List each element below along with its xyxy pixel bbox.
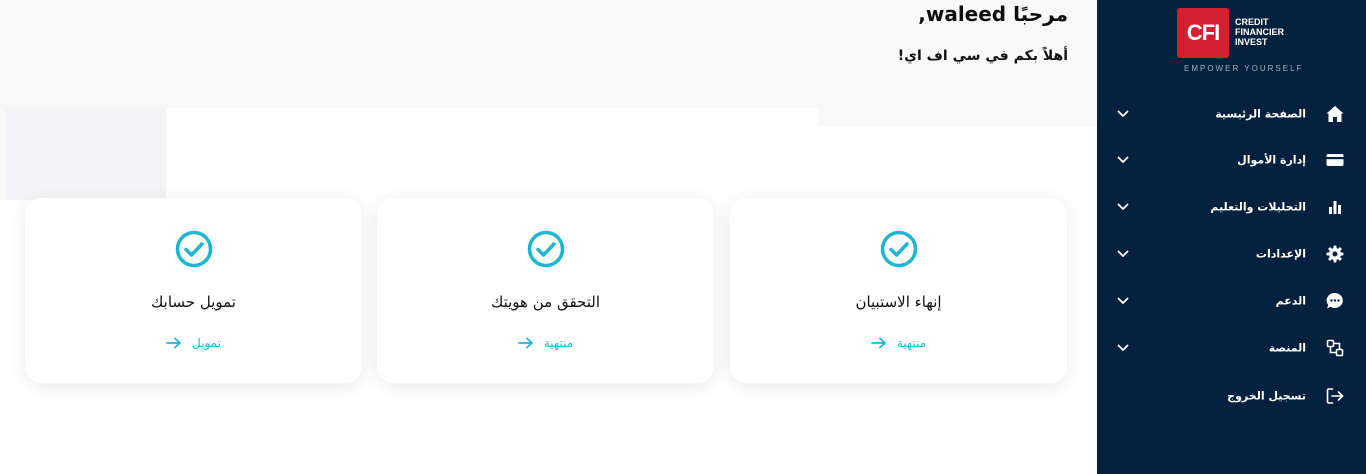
- chevron-down-icon: [1117, 297, 1129, 304]
- chat-bubble-icon: [1326, 292, 1343, 309]
- logout-icon: [1326, 388, 1344, 404]
- brand-name-line: FINANCIER: [1235, 27, 1284, 37]
- sidebar: CFI CREDIT FINANCIER INVEST EMPOWER YOUR…: [1097, 0, 1366, 474]
- sidebar-item-label: إدارة الأموال: [1237, 153, 1306, 167]
- card-title: التحقق من هويتك: [490, 293, 601, 311]
- sidebar-item-label: الإعدادات: [1255, 247, 1306, 261]
- bar-chart-icon: [1329, 201, 1341, 214]
- card-link-label: منتهية: [543, 336, 574, 350]
- welcome-subtitle: أهلاً بكم في سي اف اي!: [897, 48, 1068, 64]
- sidebar-item-analytics[interactable]: التحليلات والتعليم: [1097, 192, 1366, 222]
- fund-account-card: تمويل حسابك تمويل: [25, 198, 362, 383]
- brand-name: CREDIT FINANCIER INVEST: [1235, 17, 1284, 47]
- card-title: إنهاء الاستبيان: [855, 293, 942, 311]
- arrow-right-icon: [166, 337, 181, 349]
- sidebar-item-label: المنصة: [1268, 341, 1306, 355]
- sidebar-item-home[interactable]: الصفحة الرئيسية: [1097, 99, 1366, 129]
- sidebar-item-money-management[interactable]: إدارة الأموال: [1097, 145, 1366, 175]
- fund-account-link[interactable]: تمويل: [25, 336, 362, 350]
- sidebar-item-settings[interactable]: الإعدادات: [1097, 239, 1366, 269]
- brand-name-line: CREDIT: [1235, 17, 1269, 27]
- header-band-extension: [818, 108, 1097, 126]
- brand-name-line: INVEST: [1235, 37, 1268, 47]
- greeting-title: مرحبًا waleed,: [918, 2, 1068, 26]
- chevron-down-icon: [1117, 250, 1129, 257]
- platform-icon: [1326, 339, 1344, 357]
- complete-survey-card: إنهاء الاستبيان منتهية: [730, 198, 1067, 383]
- arrow-right-icon: [517, 337, 533, 349]
- verify-identity-card: التحقق من هويتك منتهية: [377, 198, 714, 383]
- gear-icon: [1326, 245, 1344, 263]
- check-circle-icon: [527, 230, 564, 268]
- card-link-label: تمويل: [192, 336, 221, 350]
- card-link-label: منتهية: [896, 336, 927, 350]
- arrow-right-icon: [870, 337, 886, 349]
- credit-card-icon: [1326, 154, 1344, 166]
- check-circle-icon: [880, 230, 917, 268]
- sidebar-item-logout[interactable]: تسجيل الخروج: [1097, 381, 1366, 411]
- sidebar-item-label: الدعم: [1275, 294, 1306, 308]
- sidebar-item-label: التحليلات والتعليم: [1210, 200, 1306, 214]
- verify-identity-link[interactable]: منتهية: [377, 336, 714, 350]
- complete-survey-link[interactable]: منتهية: [730, 336, 1067, 350]
- sidebar-item-platform[interactable]: المنصة: [1097, 333, 1366, 363]
- sidebar-item-support[interactable]: الدعم: [1097, 286, 1366, 316]
- chevron-down-icon: [1117, 110, 1129, 117]
- chevron-down-icon: [1117, 203, 1129, 210]
- check-circle-icon: [175, 230, 212, 268]
- logo-mark: CFI: [1177, 8, 1229, 58]
- sidebar-item-label: الصفحة الرئيسية: [1215, 107, 1306, 121]
- placeholder-block: [5, 108, 166, 200]
- card-title: تمويل حسابك: [151, 293, 236, 311]
- sidebar-item-label: تسجيل الخروج: [1227, 389, 1306, 403]
- chevron-down-icon: [1117, 344, 1129, 351]
- brand-tagline: EMPOWER YOURSELF: [1184, 64, 1304, 73]
- chevron-down-icon: [1117, 156, 1129, 163]
- home-icon: [1326, 106, 1344, 122]
